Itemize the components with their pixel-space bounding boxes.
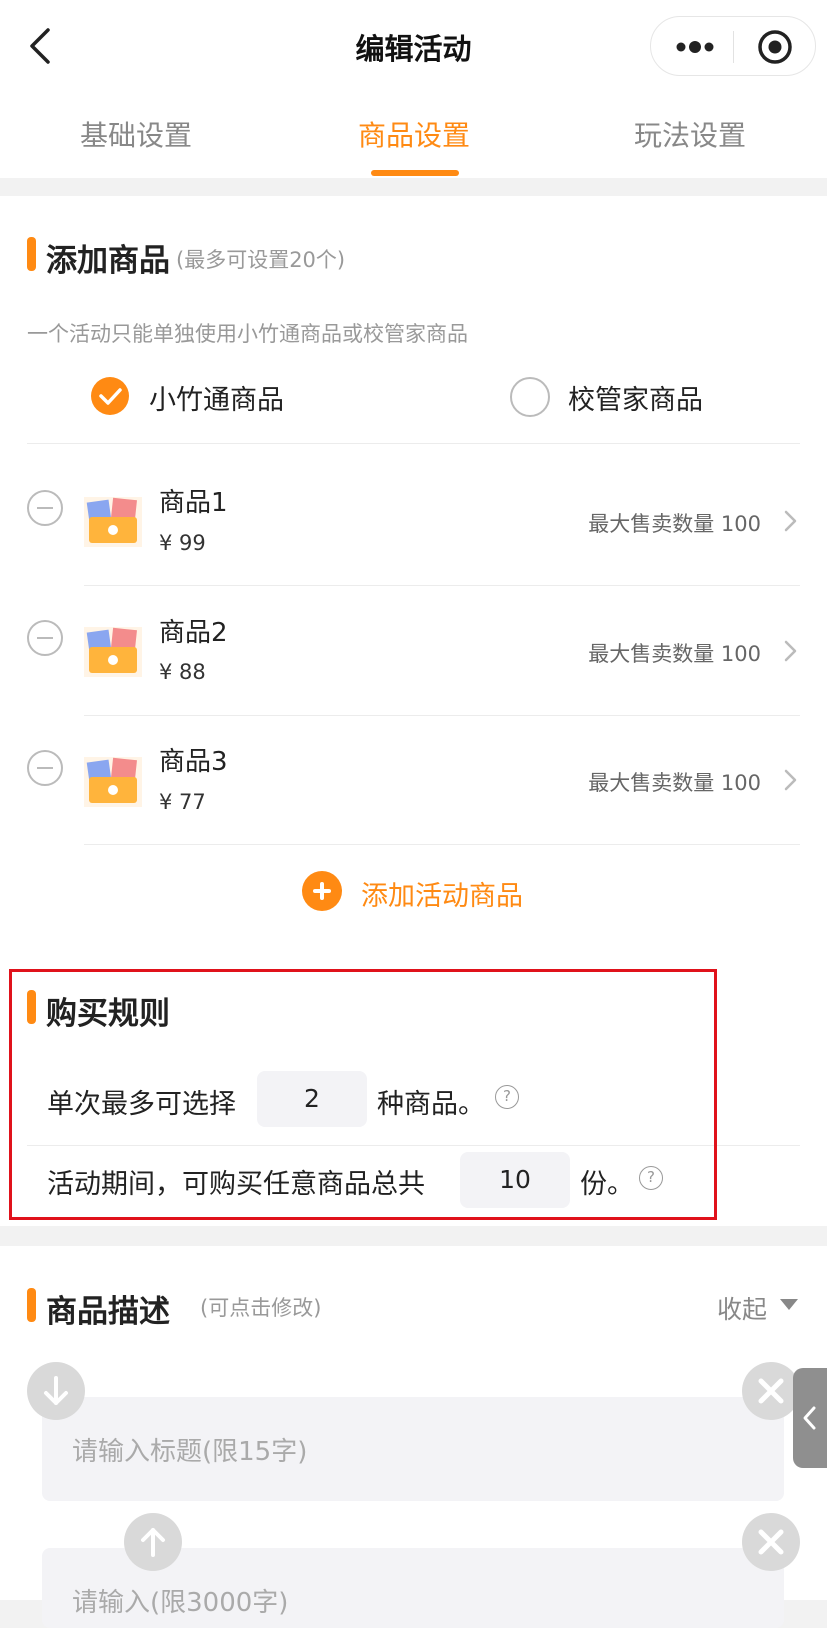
divider <box>84 844 800 845</box>
chevron-right-icon <box>784 769 797 791</box>
product-price: ¥ 77 <box>159 790 206 814</box>
title-input[interactable]: 请输入标题(限15字) <box>42 1397 784 1501</box>
product-price: ¥ 99 <box>159 531 206 555</box>
tab-product-settings[interactable]: 商品设置 <box>304 114 524 154</box>
chevron-right-icon <box>784 640 797 662</box>
max-sale-qty: 最大售卖数量 100 <box>588 642 761 666</box>
arrow-down-icon <box>44 1376 68 1405</box>
source-option-label[interactable]: 小竹通商品 <box>149 378 284 417</box>
close-icon <box>758 1529 784 1555</box>
remove-circle-icon[interactable] <box>27 750 63 786</box>
chevron-right-icon <box>784 510 797 532</box>
section-marker <box>27 1288 36 1322</box>
max-sale-qty: 最大售卖数量 100 <box>588 512 761 536</box>
target-circle-icon[interactable] <box>757 29 793 65</box>
product-price: ¥ 88 <box>159 660 206 684</box>
delete-title-button[interactable] <box>742 1362 800 1420</box>
radio-xiaozhutong-checked[interactable] <box>91 377 129 415</box>
remove-circle-icon[interactable] <box>27 620 63 656</box>
add-products-limit: (最多可设置20个) <box>176 248 346 272</box>
add-circle-icon[interactable] <box>302 871 342 911</box>
chevron-left-icon <box>803 1406 816 1430</box>
description-hint: (可点击修改) <box>200 1296 322 1320</box>
delete-content-button[interactable] <box>742 1513 800 1571</box>
content-placeholder: 请输入(限3000字) <box>72 1588 289 1618</box>
product-name: 商品2 <box>159 618 228 648</box>
product-box-icon <box>84 757 142 807</box>
product-box-icon <box>84 627 142 677</box>
nav-bar: 编辑活动 <box>0 0 827 94</box>
tab-gameplay-settings[interactable]: 玩法设置 <box>580 114 800 154</box>
remove-circle-icon[interactable] <box>27 490 63 526</box>
collapse-label[interactable]: 收起 <box>717 1290 767 1326</box>
check-icon <box>99 388 122 405</box>
section-marker <box>27 237 36 271</box>
divider <box>84 715 800 716</box>
move-up-button[interactable] <box>124 1513 182 1571</box>
mini-program-capsule <box>650 16 816 76</box>
description-title: 商品描述 <box>46 1294 170 1330</box>
side-drawer-handle[interactable] <box>793 1368 827 1468</box>
tab-bar: 基础设置 商品设置 玩法设置 <box>0 94 827 178</box>
highlight-box <box>9 969 717 1220</box>
product-name: 商品3 <box>159 747 228 777</box>
close-icon <box>758 1378 784 1404</box>
active-tab-indicator <box>371 170 459 176</box>
product-name: 商品1 <box>159 488 228 518</box>
more-dots-icon[interactable] <box>673 35 717 59</box>
product-box-icon <box>84 497 142 547</box>
arrow-up-icon <box>141 1528 165 1557</box>
move-down-button[interactable] <box>27 1362 85 1420</box>
radio-xiaoguanjia[interactable] <box>510 377 550 417</box>
max-sale-qty: 最大售卖数量 100 <box>588 771 761 795</box>
tab-basic-settings[interactable]: 基础设置 <box>26 114 246 154</box>
divider <box>27 443 800 444</box>
capsule-divider <box>733 31 734 63</box>
source-option-label[interactable]: 校管家商品 <box>568 378 703 417</box>
title-placeholder: 请输入标题(限15字) <box>72 1437 308 1467</box>
add-products-title: 添加商品 <box>46 243 170 279</box>
source-hint: 一个活动只能单独使用小竹通商品或校管家商品 <box>27 322 468 346</box>
divider <box>84 585 800 586</box>
caret-down-icon <box>780 1299 798 1310</box>
add-product-label[interactable]: 添加活动商品 <box>361 874 523 913</box>
